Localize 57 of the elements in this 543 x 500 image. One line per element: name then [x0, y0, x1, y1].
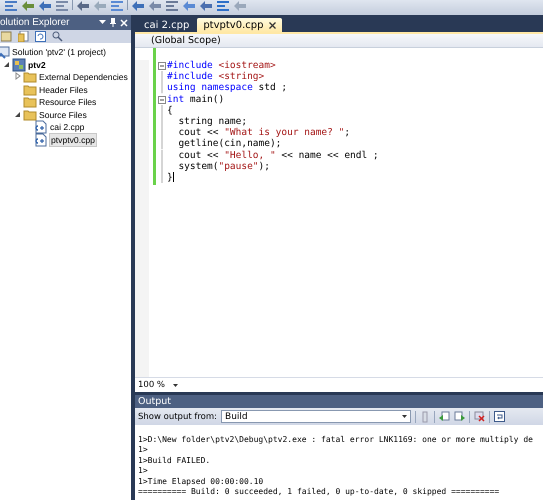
tree-item[interactable]: Solution 'ptv2' (1 project) [11, 46, 108, 58]
code-file-icon [34, 132, 48, 147]
output-source-dropdown[interactable]: Build [221, 410, 412, 423]
dropdown-arrow-icon [402, 415, 408, 418]
show-files-icon[interactable] [18, 31, 29, 42]
collapsed-arrow-icon[interactable] [14, 72, 22, 80]
tree-item[interactable]: ptvptv0.cpp [49, 132, 97, 147]
pin-icon[interactable] [109, 18, 117, 27]
code-line: cout << "What is your name? "; [177, 127, 350, 138]
tree-item[interactable]: Resource Files [38, 96, 98, 108]
code-line: #include <iostream> [167, 60, 276, 72]
folder-icon [23, 95, 37, 110]
file-tab[interactable]: cai 2.cpp [138, 18, 196, 32]
field-label: Show output from: [138, 412, 218, 422]
output-line: 1>Build FAILED. [138, 456, 212, 466]
output-line: 1>D:\New folder\ptv2\Debug\ptv2.exe : fatal error LNK1169: one or more multiply de [138, 435, 534, 446]
code-file-icon [34, 120, 48, 134]
expanded-arrow-icon[interactable] [3, 60, 11, 68]
dropdown-arrow-icon [173, 384, 178, 386]
previous-message-icon[interactable] [439, 411, 450, 422]
output-line: 1>Time Elapsed 00:00:00.10 [138, 476, 264, 487]
output-line: 1> [138, 466, 149, 477]
scope-dropdown[interactable]: (Global Scope) [151, 35, 221, 46]
code-line: cout << "Hello, " << name << endl ; [177, 150, 379, 161]
next-message-icon[interactable] [454, 411, 466, 422]
expanded-arrow-icon[interactable] [14, 110, 22, 118]
collapse-icon[interactable] [158, 60, 167, 72]
folder-icon [23, 70, 37, 84]
tree-item[interactable]: Source Files [38, 108, 88, 121]
close-icon[interactable] [269, 22, 276, 29]
code-line: using namespace std ; [167, 82, 288, 94]
tree-item[interactable]: Header Files [38, 84, 89, 96]
tree-item[interactable]: ptv2 [27, 58, 47, 71]
folder-icon [23, 82, 37, 97]
code-line: string name; [177, 116, 248, 128]
panel-title: olution Explorer [0, 17, 70, 28]
tree-item[interactable]: External Dependencies [38, 71, 129, 84]
clear-all-icon[interactable] [474, 411, 486, 422]
tree-item[interactable]: cai 2.cpp [49, 121, 86, 134]
file-tab[interactable]: ptvptv0.cpp [197, 18, 282, 32]
panel-title: Output [138, 396, 171, 407]
refresh-icon[interactable] [35, 31, 46, 42]
code-line: #include <string> [167, 71, 264, 82]
code-line: { [167, 104, 173, 116]
project-icon [12, 58, 26, 72]
folder-icon [23, 108, 37, 122]
dropdown-icon[interactable] [99, 19, 106, 26]
code-line: int main() [167, 94, 224, 105]
zoom-dropdown[interactable]: 100 % [138, 380, 178, 390]
output-line: ========== Build: 0 succeeded, 1 failed, 0 up-to-date, 0 skipped ========== [138, 486, 500, 498]
solution-icon [0, 45, 10, 60]
output-line: 1> [138, 445, 149, 456]
word-wrap-icon[interactable] [494, 411, 506, 422]
collapse-icon[interactable] [158, 94, 167, 105]
code-line: } [167, 172, 174, 184]
code-line: getline(cin,name); [177, 138, 282, 150]
code-line: system("pause"); [177, 160, 270, 172]
